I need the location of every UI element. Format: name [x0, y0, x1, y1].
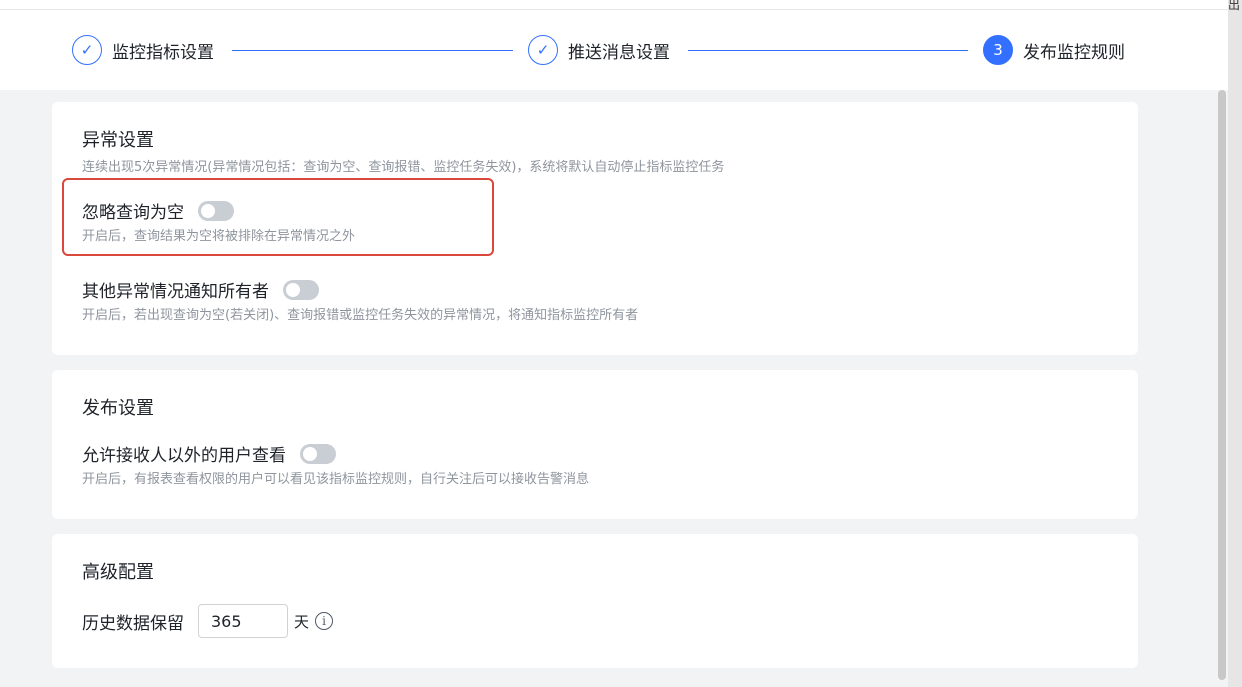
- step-publish-rule[interactable]: 3 发布监控规则: [983, 35, 1125, 65]
- corner-text: 出: [1228, 0, 1241, 12]
- vertical-scrollbar[interactable]: [1218, 90, 1226, 680]
- check-icon: ✓: [72, 35, 102, 65]
- notify-owners-row: 其他异常情况通知所有者: [82, 277, 319, 302]
- step-label: 监控指标设置: [112, 42, 214, 63]
- top-border: [0, 0, 1228, 10]
- allow-others-toggle[interactable]: [300, 443, 336, 464]
- notify-owners-toggle[interactable]: [283, 279, 319, 300]
- retention-days-input[interactable]: [198, 604, 288, 638]
- right-panel-edge: 出: [1228, 0, 1242, 687]
- retention-unit: 天: [294, 612, 310, 631]
- step-push-message[interactable]: ✓ 推送消息设置: [528, 35, 670, 65]
- step-connector: [688, 50, 968, 51]
- check-icon: ✓: [528, 35, 558, 65]
- annotation-highlight-box: [62, 178, 494, 256]
- notify-owners-desc: 开启后，若出现查询为空(若关闭)、查询报错或监控任务失效的异常情况，将通知指标监…: [82, 308, 639, 323]
- step-connector: [232, 50, 513, 51]
- section-title: 异常设置: [82, 130, 154, 151]
- info-icon[interactable]: i: [315, 612, 334, 630]
- section-description: 连续出现5次异常情况(异常情况包括：查询为空、查询报错、监控任务失效)，系统将默…: [82, 160, 725, 175]
- retention-row: 历史数据保留 天 i: [82, 604, 334, 638]
- allow-others-label: 允许接收人以外的用户查看: [82, 446, 286, 466]
- notify-owners-label: 其他异常情况通知所有者: [82, 282, 269, 302]
- step-label: 推送消息设置: [568, 42, 670, 63]
- section-title: 发布设置: [82, 398, 154, 419]
- section-title: 高级配置: [82, 562, 154, 583]
- step-number-badge: 3: [983, 35, 1013, 65]
- allow-others-desc: 开启后，有报表查看权限的用户可以看见该指标监控规则，自行关注后可以接收告警消息: [82, 472, 590, 487]
- step-progress: ✓ 监控指标设置 ✓ 推送消息设置 3 发布监控规则: [0, 10, 1228, 90]
- allow-others-row: 允许接收人以外的用户查看: [82, 441, 336, 466]
- advanced-config-card: 高级配置 历史数据保留 天 i: [52, 534, 1138, 668]
- publish-settings-card: 发布设置 允许接收人以外的用户查看 开启后，有报表查看权限的用户可以看见该指标监…: [52, 370, 1138, 519]
- retention-label: 历史数据保留: [82, 613, 184, 634]
- step-monitor-metrics[interactable]: ✓ 监控指标设置: [72, 35, 214, 65]
- step-label: 发布监控规则: [1023, 42, 1125, 63]
